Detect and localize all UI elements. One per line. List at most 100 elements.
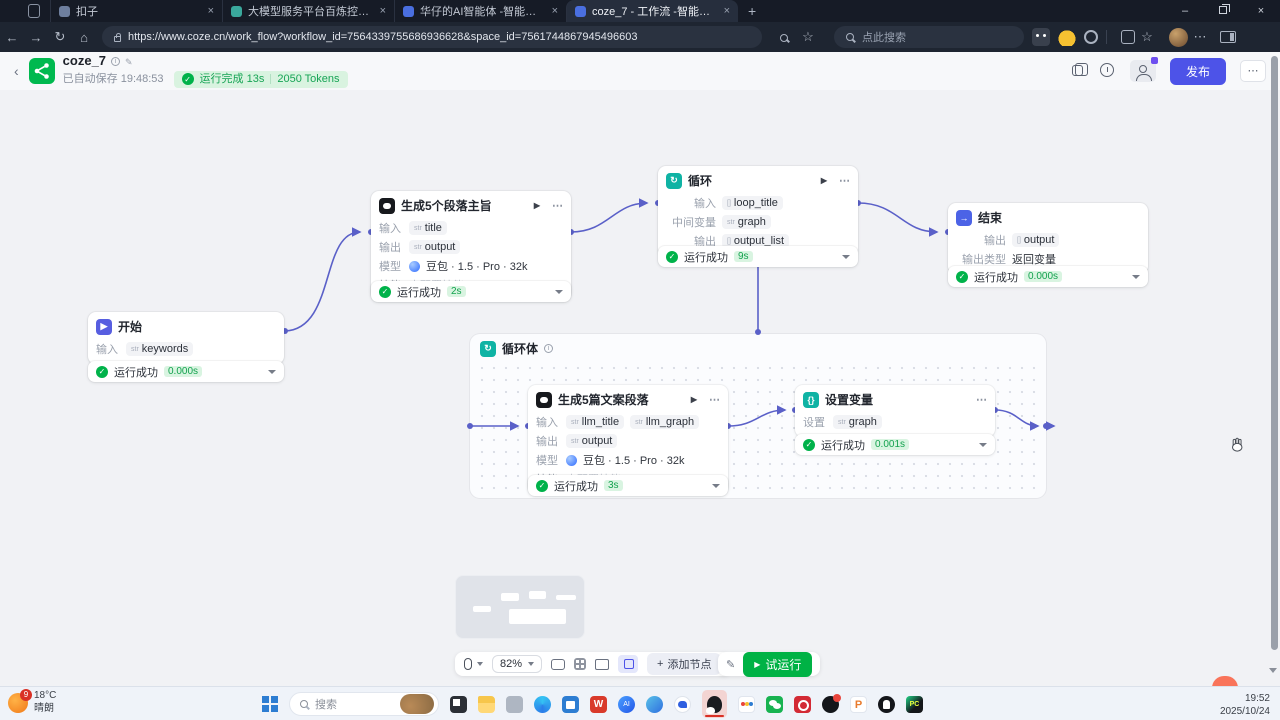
node-more-icon[interactable]: ⋯ [839,174,850,187]
quark-ai-icon[interactable]: AI [618,696,635,713]
forward-icon[interactable]: → [24,30,48,45]
extension-paw-icon[interactable] [1058,28,1076,46]
publish-button[interactable]: 发布 [1170,58,1226,85]
edge-browser-icon[interactable] [534,696,551,713]
select-tool-icon[interactable] [618,655,638,673]
node-more-icon[interactable]: ⋯ [976,393,987,406]
test-run-button[interactable]: ▶试运行 [743,652,812,677]
variable-pill[interactable]: []output [1012,233,1059,247]
collaboration-button[interactable] [1130,60,1156,82]
node-set-variable[interactable]: {} 设置变量 ⋯ 设置 strgraph [795,385,995,437]
url-bar[interactable]: https://www.coze.cn/work_flow?workflow_i… [102,26,762,48]
browser-search-box[interactable]: 点此搜索 [834,26,1024,48]
browser-avatar[interactable] [1169,28,1188,47]
task-view-icon[interactable] [450,696,467,713]
status-end[interactable]: ✓ 运行成功 0.000s [948,266,1148,287]
chevron-down-icon[interactable] [1132,275,1140,279]
vertical-scrollbar[interactable] [1271,56,1278,650]
variable-pill[interactable]: strtitle [409,221,447,235]
optimize-wand-icon[interactable]: ✎ [726,658,735,671]
header-more-button[interactable]: ⋯ [1240,60,1266,82]
auto-layout-icon[interactable] [574,658,586,670]
variable-pill[interactable]: strkeywords [126,342,193,356]
new-tab-button[interactable]: + [748,3,756,19]
variable-pill[interactable]: strllm_title [566,415,624,429]
reload-icon[interactable]: ↻ [48,29,72,45]
collapse-back-icon[interactable]: ‹ [14,63,19,79]
interaction-mode-button[interactable] [464,658,483,670]
frame-icon[interactable] [595,659,609,670]
restore-button[interactable] [1204,5,1242,17]
run-complete-badge[interactable]: ✓ 运行完成 13s 2050 Tokens [174,71,348,88]
tab-close-icon[interactable]: × [380,5,386,17]
node-more-icon[interactable]: ⋯ [552,199,563,212]
tab-close-icon[interactable]: × [724,5,730,17]
bird-app-icon[interactable] [646,696,663,713]
minimap[interactable] [455,575,585,639]
node-more-icon[interactable]: ⋯ [709,393,720,406]
browser-more-icon[interactable]: ⋯ [1188,29,1212,45]
status-loop[interactable]: ✓ 运行成功 9s [658,246,858,267]
bookmark-star-icon[interactable]: ☆ [796,29,820,45]
file-explorer-icon[interactable] [478,696,495,713]
status-llm2[interactable]: ✓ 运行成功 3s [528,475,728,496]
tab-bailian-console[interactable]: 大模型服务平台百炼控制台 × [222,0,394,22]
tab-search-icon[interactable] [28,4,40,18]
variable-pill[interactable]: []loop_title [722,196,783,210]
black-circle-app-icon[interactable] [878,696,895,713]
variable-pill[interactable]: strllm_graph [630,415,699,429]
panels-icon[interactable] [1070,63,1086,79]
start-button-icon[interactable] [262,696,278,712]
wps-icon[interactable]: W [590,696,607,713]
tab-workflow-active[interactable]: coze_7 - 工作流 -智能体平台 × [566,0,738,22]
node-loop[interactable]: ↻ 循环 ▶ ⋯ 输入 []loop_title 中间变量 strgraph 输… [658,166,858,256]
chevron-down-icon[interactable] [979,443,987,447]
history-clock-icon[interactable] [1100,63,1116,79]
chevron-down-icon[interactable] [842,255,850,259]
home-icon[interactable]: ⌂ [72,30,96,45]
info-icon[interactable]: i [544,344,553,353]
tab-close-icon[interactable]: × [208,5,214,17]
variable-pill[interactable]: strgraph [722,215,771,229]
node-run-icon[interactable]: ▶ [821,176,827,185]
site-info-lock-icon[interactable] [114,36,121,42]
status-llm1[interactable]: ✓ 运行成功 2s [371,281,571,302]
pycharm-icon[interactable]: PC [906,696,923,713]
variable-pill[interactable]: stroutput [566,434,617,448]
node-end[interactable]: → 结束 输出 []output 输出类型 返回变量 [948,203,1148,274]
tab-close-icon[interactable]: × [552,5,558,17]
sidebar-toggle-icon[interactable] [1220,31,1236,43]
chevron-down-icon[interactable] [712,484,720,488]
chevron-down-icon[interactable] [555,290,563,294]
status-start[interactable]: ✓ 运行成功 0.000s [88,361,284,382]
taskbar-clock[interactable]: 19:52 2025/10/24 [1220,692,1270,718]
zoom-dropdown[interactable]: 82% [492,655,542,673]
zoom-page-icon[interactable] [772,30,796,45]
extension-panda-icon[interactable] [1032,28,1050,46]
extension-gear-icon[interactable] [1084,30,1098,44]
taskbar-search-box[interactable]: 搜索 [289,692,439,716]
circles-app-icon[interactable] [738,696,755,713]
node-run-icon[interactable]: ▶ [691,395,697,404]
edit-icon[interactable]: ✎ [125,57,133,67]
collections-star-icon[interactable]: ☆ [1135,29,1159,45]
extensions-icon[interactable] [1121,30,1135,44]
tab-coze-home[interactable]: 扣子 × [50,0,222,22]
close-button[interactable]: × [1242,5,1280,17]
red-o-app-icon[interactable] [794,696,811,713]
add-node-button[interactable]: +添加节点 [647,653,721,675]
variable-pill[interactable]: stroutput [409,240,460,254]
microsoft-store-icon[interactable] [562,696,579,713]
wechat-icon[interactable] [766,696,783,713]
node-run-icon[interactable]: ▶ [534,201,540,210]
chevron-down-icon[interactable] [268,370,276,374]
deepseek-icon[interactable] [674,696,691,713]
status-set-variable[interactable]: ✓ 运行成功 0.001s [795,434,995,455]
comment-icon[interactable] [551,659,565,670]
scroll-down-arrow-icon[interactable] [1269,668,1277,673]
recorder-app-icon[interactable] [822,696,839,713]
device-app-icon[interactable] [506,696,523,713]
tab-agent[interactable]: 华仔的AI智能体 -智能体 - 扣子 × [394,0,566,22]
weather-widget[interactable]: 9 18°C晴朗 [8,690,56,715]
variable-pill[interactable]: strgraph [833,415,882,429]
